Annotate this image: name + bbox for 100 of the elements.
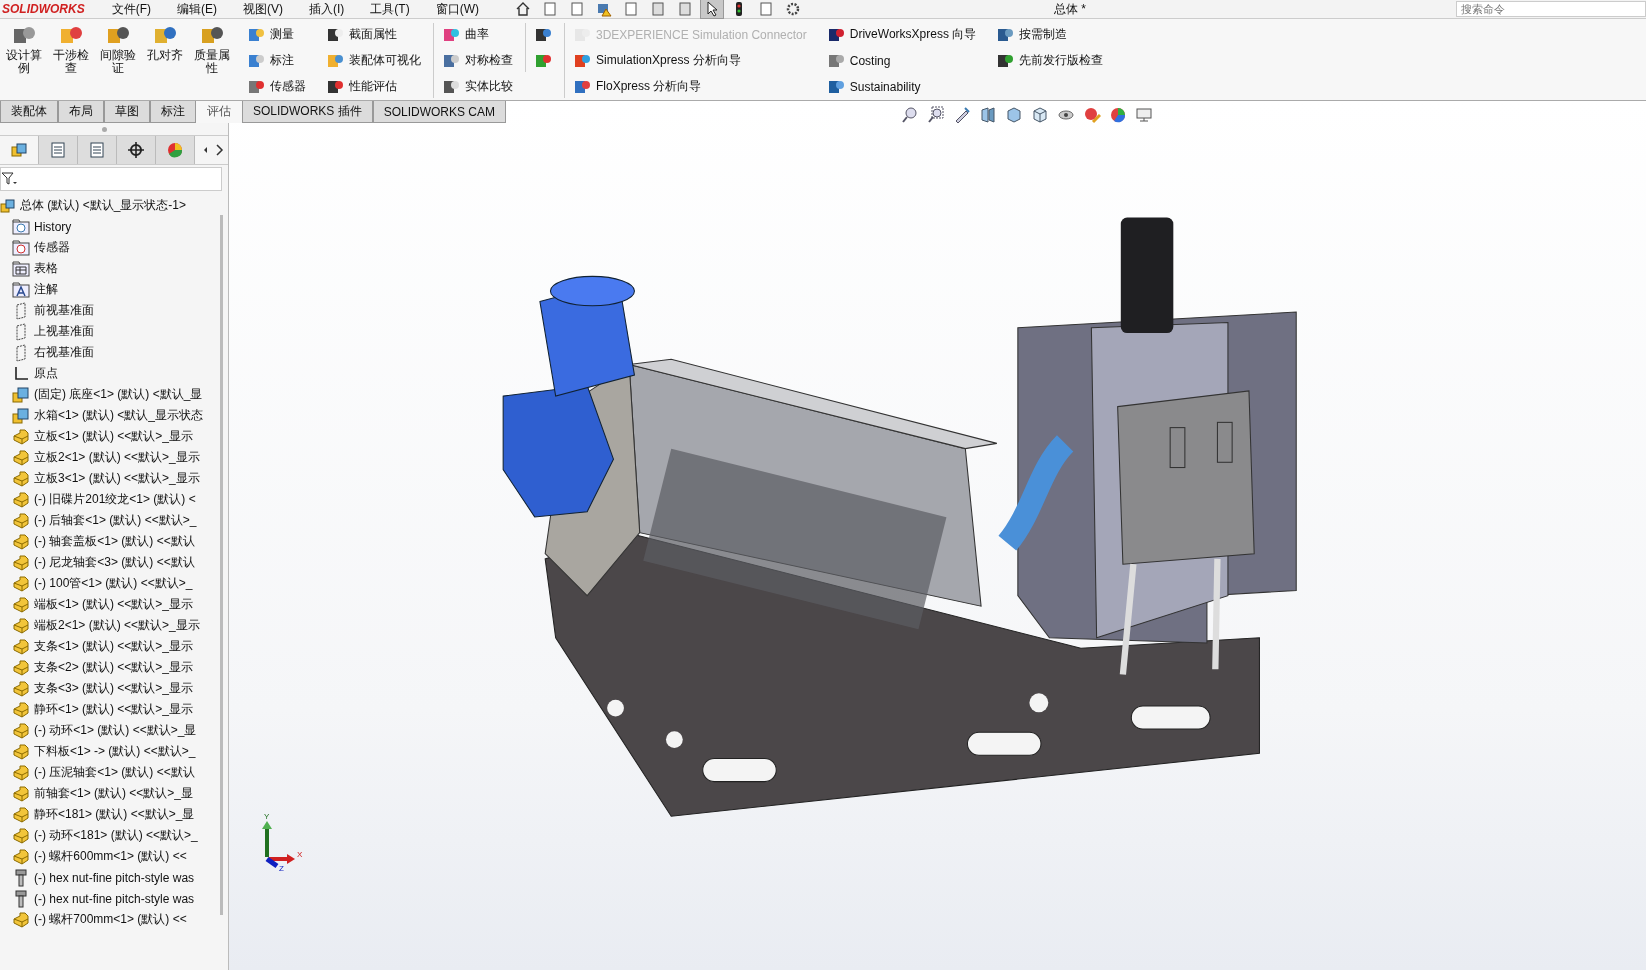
search-field[interactable]: 搜索命令 — [1456, 1, 1646, 17]
tree-item[interactable]: 原点 — [34, 365, 58, 382]
tree-item[interactable]: (-) 尼龙轴套<3> (默认) <<默认 — [34, 554, 195, 571]
ribbon-button[interactable]: 孔对齐 — [141, 23, 188, 62]
tree-item[interactable]: (-) 100管<1> (默认) <<默认>_ — [34, 575, 193, 592]
part-icon — [12, 469, 30, 488]
part-icon — [12, 595, 30, 614]
ribbon-button[interactable]: Sustainability — [826, 75, 977, 98]
tree-item[interactable]: 端板<1> (默认) <<默认>_显示 — [34, 596, 194, 613]
ribbon-tab[interactable]: 草图 — [104, 101, 150, 123]
ribbon-button[interactable]: SimulationXpress 分析向导 — [573, 49, 807, 72]
ribbon-tab[interactable]: 装配体 — [0, 101, 58, 123]
ribbon-button[interactable]: 测量 — [247, 23, 306, 46]
menu-item[interactable]: 窗口(W) — [422, 0, 492, 18]
part-icon — [12, 910, 30, 929]
tree-item[interactable]: (-) 动环<1> (默认) <<默认>_显 — [34, 722, 197, 739]
sphere-pencil-icon[interactable] — [1083, 106, 1102, 124]
part-icon — [12, 637, 30, 656]
ribbon-button[interactable]: 装配体可视化 — [326, 49, 421, 72]
window-title: 总体 * — [1054, 0, 1086, 18]
ribbon-button[interactable]: 曲率 — [442, 23, 513, 46]
ribbon-button[interactable]: 标注 — [247, 49, 306, 72]
pencil-icon[interactable] — [953, 106, 972, 124]
menu-item[interactable]: 插入(I) — [296, 0, 358, 18]
z-axis-label: Z — [279, 864, 284, 873]
tree-item[interactable]: (-) 旧碟片201绞龙<1> (默认) < — [34, 491, 196, 508]
sphere-icon[interactable] — [1109, 106, 1128, 124]
tree-item[interactable]: 立板<1> (默认) <<默认>_显示 — [34, 428, 194, 445]
part-icon — [12, 847, 30, 866]
tree-item[interactable]: 传感器 — [34, 239, 70, 256]
menu-item[interactable]: 工具(T) — [357, 0, 423, 18]
zoom-area-icon[interactable] — [927, 106, 946, 124]
tree-item[interactable]: (-) hex nut-fine pitch-style was — [34, 870, 195, 885]
crosshair-icon[interactable] — [117, 136, 156, 164]
ribbon-button[interactable]: 设计算例 — [0, 23, 47, 75]
part-icon — [12, 448, 30, 467]
tree-item[interactable]: 上视基准面 — [34, 323, 94, 340]
tree-item[interactable]: 支条<1> (默认) <<默认>_显示 — [34, 638, 194, 655]
tree-item[interactable]: (-) 轴套盖板<1> (默认) <<默认 — [34, 533, 195, 550]
assembly-icon — [12, 406, 30, 425]
part-icon — [12, 763, 30, 782]
box-icon[interactable] — [1031, 106, 1050, 124]
ribbon-button[interactable]: 性能评估 — [326, 75, 421, 98]
tree-item[interactable]: 端板2<1> (默认) <<默认>_显示 — [34, 617, 200, 634]
ribbon-button[interactable]: 先前发行版检查 — [996, 49, 1104, 72]
tree-item[interactable]: (-) hex nut-fine pitch-style was — [34, 891, 195, 906]
filter-icon[interactable] — [1, 172, 17, 186]
tree-item[interactable]: 静环<181> (默认) <<默认>_显 — [34, 806, 195, 823]
ribbon-button[interactable]: 干涉检查 — [47, 23, 94, 75]
tree-item[interactable]: (-) 螺杆600mm<1> (默认) << — [34, 848, 187, 865]
monitor-icon[interactable] — [1135, 106, 1154, 124]
ribbon-button[interactable]: Costing — [826, 49, 977, 72]
tree-item[interactable]: 支条<3> (默认) <<默认>_显示 — [34, 680, 194, 697]
part-icon — [12, 721, 30, 740]
tree-item[interactable]: 立板2<1> (默认) <<默认>_显示 — [34, 449, 200, 466]
tree-item[interactable]: 总体 (默认) <默认_显示状态-1> — [20, 197, 187, 214]
tree-item[interactable]: 静环<1> (默认) <<默认>_显示 — [34, 701, 194, 718]
folder-icon — [12, 280, 30, 299]
ribbon-tab[interactable]: SOLIDWORKS 插件 — [242, 101, 373, 123]
tree-item[interactable]: 右视基准面 — [34, 344, 94, 361]
ribbon-button[interactable]: 实体比较 — [442, 75, 513, 98]
tree-item[interactable]: 水箱<1> (默认) <默认_显示状态 — [34, 407, 204, 424]
ribbon-button[interactable]: 按需制造 — [996, 23, 1104, 46]
ribbon-button[interactable]: DriveWorksXpress 向导 — [826, 23, 977, 46]
ribbon-button[interactable]: 质量属性 — [188, 23, 235, 75]
tree-item[interactable]: 前轴套<1> (默认) <<默认>_显 — [34, 785, 194, 802]
cube-icon[interactable] — [1005, 106, 1024, 124]
part-icon — [12, 427, 30, 446]
tree-item[interactable]: (-) 压泥轴套<1> (默认) <<默认 — [34, 764, 195, 781]
tree-item[interactable]: 注解 — [34, 281, 58, 298]
ribbon-tab[interactable]: 布局 — [58, 101, 104, 123]
tree-item[interactable]: 支条<2> (默认) <<默认>_显示 — [34, 659, 194, 676]
cursor-icon[interactable] — [701, 0, 723, 18]
scrollbar-thumb[interactable] — [220, 215, 223, 915]
menu-item[interactable]: 文件(F) — [98, 0, 164, 18]
ribbon-tab[interactable]: SOLIDWORKS CAM — [372, 101, 507, 123]
tree-item[interactable]: (-) 后轴套<1> (默认) <<默认>_ — [34, 512, 197, 529]
ribbon-button[interactable]: 截面属性 — [326, 23, 421, 46]
part-icon — [12, 805, 30, 824]
part-icon — [12, 574, 30, 593]
part-icon — [12, 784, 30, 803]
tree-item[interactable]: (-) 螺杆700mm<1> (默认) << — [34, 911, 187, 928]
tree-item[interactable]: (固定) 底座<1> (默认) <默认_显 — [34, 386, 203, 403]
ribbon-tab[interactable]: 标注 — [150, 101, 196, 123]
ribbon-button[interactable]: FloXpress 分析向导 — [573, 75, 807, 98]
color-wheel-icon[interactable] — [156, 136, 195, 164]
ribbon-tab[interactable]: 评估 — [196, 101, 242, 123]
resize-grip-icon[interactable] — [101, 126, 107, 132]
tree-item[interactable]: 前视基准面 — [34, 302, 94, 319]
ribbon-button[interactable]: 传感器 — [247, 75, 306, 98]
tree-item[interactable]: 立板3<1> (默认) <<默认>_显示 — [34, 470, 200, 487]
tree-item[interactable]: (-) 动环<181> (默认) <<默认>_ — [34, 827, 198, 844]
tree-item[interactable]: 表格 — [34, 260, 58, 277]
tree-item[interactable]: History — [34, 219, 72, 234]
zoom-icon[interactable] — [901, 106, 920, 124]
ribbon-button[interactable]: 对称检查 — [442, 49, 513, 72]
tree-item[interactable]: 下料板<1> -> (默认) <<默认>_ — [34, 743, 196, 760]
menu-item[interactable]: 视图(V) — [230, 0, 296, 18]
ribbon-button[interactable]: 间隙验证 — [94, 23, 141, 75]
menu-item[interactable]: 编辑(E) — [164, 0, 230, 18]
